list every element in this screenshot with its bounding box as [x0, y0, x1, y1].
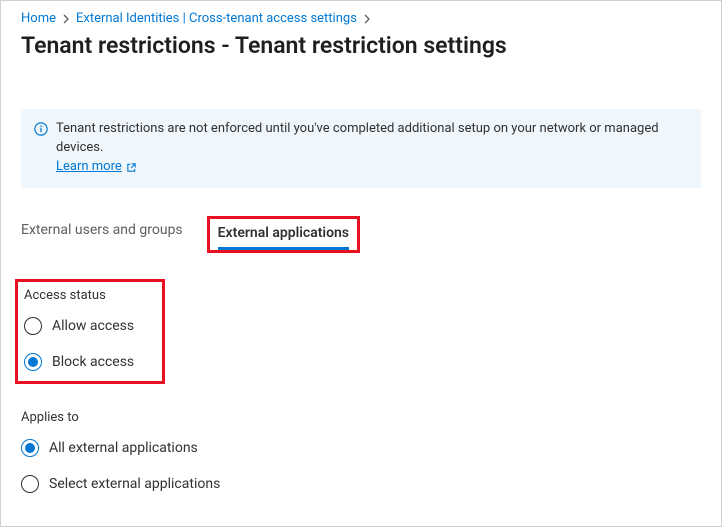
- info-banner-message: Tenant restrictions are not enforced unt…: [56, 121, 659, 155]
- radio-circle-icon: [24, 317, 42, 335]
- tab-external-applications[interactable]: External applications: [218, 219, 349, 250]
- access-status-label: Access status: [24, 288, 134, 303]
- chevron-right-icon: [363, 14, 371, 24]
- radio-select-external-applications[interactable]: Select external applications: [21, 475, 701, 493]
- chevron-right-icon: [62, 14, 70, 24]
- page-title: Tenant restrictions - Tenant restriction…: [21, 32, 701, 59]
- breadcrumb-external-identities[interactable]: External Identities | Cross-tenant acces…: [76, 11, 357, 26]
- learn-more-link[interactable]: Learn more: [56, 158, 137, 177]
- learn-more-label: Learn more: [56, 158, 122, 177]
- highlight-external-applications: External applications: [207, 216, 360, 253]
- radio-circle-icon: [21, 475, 39, 493]
- applies-to-group: All external applications Select externa…: [21, 439, 701, 493]
- radio-block-access-label: Block access: [52, 354, 134, 370]
- radio-block-access[interactable]: Block access: [24, 353, 134, 371]
- highlight-access-status: Access status Allow access Block access: [15, 279, 165, 384]
- info-icon: [34, 120, 48, 177]
- radio-all-external-applications-label: All external applications: [49, 440, 198, 456]
- radio-circle-icon: [21, 439, 39, 457]
- radio-all-external-applications[interactable]: All external applications: [21, 439, 701, 457]
- access-status-group: Allow access Block access: [24, 317, 134, 371]
- external-link-icon: [126, 162, 137, 173]
- tabs: External users and groups External appli…: [21, 216, 701, 253]
- radio-select-external-applications-label: Select external applications: [49, 476, 220, 492]
- radio-allow-access-label: Allow access: [52, 318, 134, 334]
- radio-allow-access[interactable]: Allow access: [24, 317, 134, 335]
- breadcrumb: Home External Identities | Cross-tenant …: [21, 11, 701, 26]
- breadcrumb-home[interactable]: Home: [21, 11, 56, 26]
- tab-external-users-groups[interactable]: External users and groups: [21, 216, 183, 253]
- info-banner: Tenant restrictions are not enforced unt…: [21, 109, 701, 188]
- applies-to-label: Applies to: [21, 410, 701, 425]
- radio-circle-icon: [24, 353, 42, 371]
